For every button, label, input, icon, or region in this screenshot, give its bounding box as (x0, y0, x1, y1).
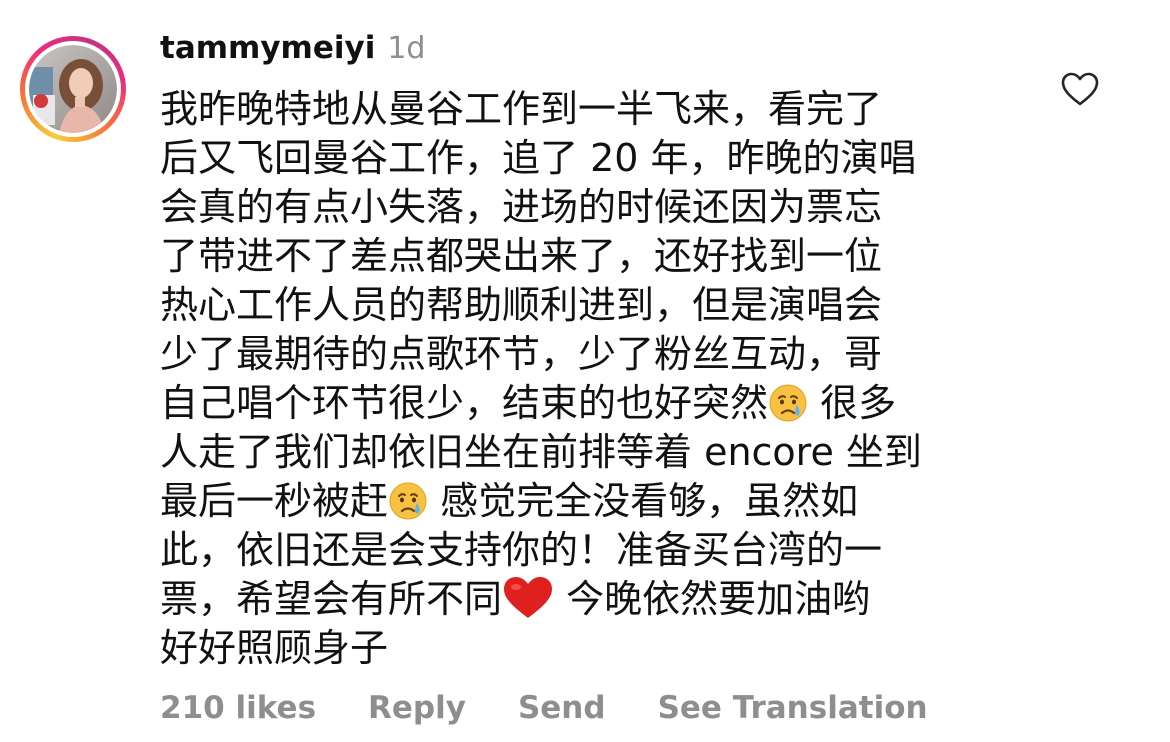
comment-body: 我昨晚特地从曼谷工作到一半飞来，看完了 后又飞回曼谷工作，追了 20 年，昨晚的… (160, 85, 1020, 673)
see-translation-button[interactable]: See Translation (658, 690, 928, 726)
avatar[interactable] (20, 36, 126, 142)
comment-line: 了带进不了差点都哭出来了，还好找到一位 (160, 234, 883, 278)
comment-text-segment: 感觉完全没看够，虽然如 (428, 479, 859, 523)
comment-line: 此，依旧还是会支持你的！准备买台湾的一 (160, 528, 883, 572)
comment-line: 少了最期待的点歌环节，少了粉丝互动，哥 (160, 332, 883, 376)
reply-button[interactable]: Reply (368, 690, 466, 726)
avatar-ring-gap (25, 41, 121, 137)
comment-text-segment: 今晚依然要加油哟 (554, 577, 871, 621)
comment-line: 自己唱个环节很少，结束的也好突然 很多 (160, 379, 1020, 428)
comment-line: 最后一秒被赶 感觉完全没看够，虽然如 (160, 477, 1020, 526)
comment-line: 我昨晚特地从曼谷工作到一半飞来，看完了 (160, 87, 883, 131)
comment-text-segment: 自己唱个环节很少，结束的也好突然 (160, 381, 769, 425)
comment-text-segment: 票，希望会有所不同 (160, 577, 503, 621)
comment-line: 人走了我们却依旧坐在前排等着 encore 坐到 (160, 430, 922, 474)
comment-line: 后又飞回曼谷工作，追了 20 年，昨晚的演唱 (160, 136, 917, 180)
like-heart-icon[interactable] (1060, 70, 1100, 110)
comment-actions: 210 likes Reply Send See Translation (160, 686, 980, 730)
timestamp: 1d (387, 31, 426, 66)
red-heart-icon (504, 577, 553, 618)
crying-face-icon (389, 482, 427, 520)
comment: tammymeiyi 1d 我昨晚特地从曼谷工作到一半飞来，看完了 后又飞回曼谷… (0, 0, 1170, 742)
crying-face-icon (769, 384, 807, 422)
comment-header: tammymeiyi 1d (160, 30, 425, 76)
comment-text-segment: 很多 (808, 381, 897, 425)
comment-line: 好好照顾身子 (160, 626, 389, 670)
likes-count[interactable]: 210 likes (160, 690, 316, 726)
avatar-photo (29, 45, 117, 133)
username[interactable]: tammymeiyi (160, 30, 375, 66)
comment-line: 热心工作人员的帮助顺利进到，但是演唱会 (160, 283, 883, 327)
comment-text-segment: 最后一秒被赶 (160, 479, 389, 523)
comment-line: 票，希望会有所不同 今晚依然要加油哟 (160, 575, 1020, 624)
comment-line: 会真的有点小失落，进场的时候还因为票忘 (160, 185, 883, 229)
send-button[interactable]: Send (518, 690, 606, 726)
